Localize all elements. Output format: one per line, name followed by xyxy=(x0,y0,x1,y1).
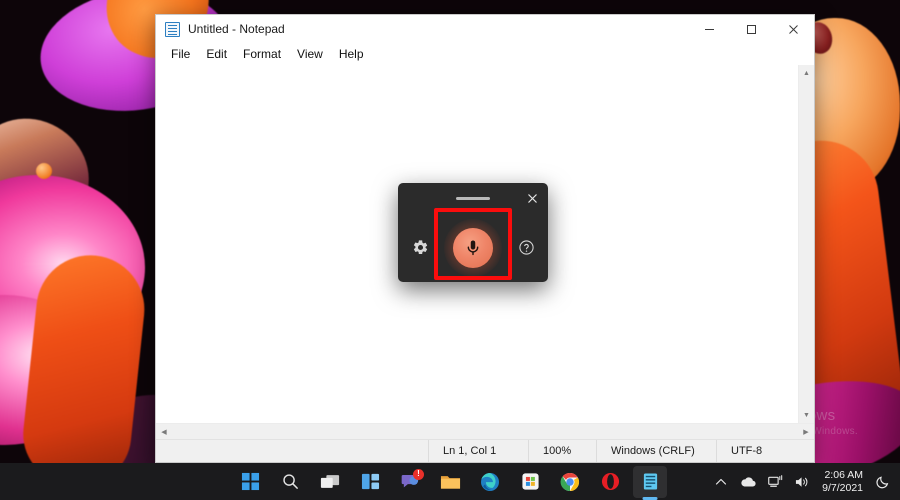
voice-typing-dialog[interactable] xyxy=(398,183,548,282)
network-tray-button[interactable] xyxy=(766,473,784,491)
moon-icon xyxy=(876,475,890,489)
notepad-title-group: Untitled - Notepad xyxy=(156,22,688,37)
folder-icon xyxy=(440,473,461,491)
horizontal-scrollbar[interactable]: ◀ ▶ xyxy=(156,423,814,439)
menu-item-format[interactable]: Format xyxy=(236,45,288,63)
close-icon xyxy=(527,193,538,204)
widgets-icon xyxy=(361,472,380,491)
show-hidden-icons-button[interactable] xyxy=(712,473,730,491)
status-cursor-position: Ln 1, Col 1 xyxy=(428,440,528,462)
maximize-button[interactable] xyxy=(730,15,772,43)
taskbar-item-widgets[interactable] xyxy=(353,466,387,498)
status-line-ending: Windows (CRLF) xyxy=(596,440,716,462)
scroll-up-icon[interactable]: ▲ xyxy=(799,65,815,81)
taskbar-item-start[interactable] xyxy=(233,466,267,498)
wallpaper-blob-dot xyxy=(36,163,52,179)
taskbar-item-store[interactable] xyxy=(513,466,547,498)
voice-typing-title-bar[interactable] xyxy=(398,183,548,213)
system-tray[interactable]: 2:06 AM 9/7/2021 xyxy=(712,469,892,495)
notepad-taskbar-icon xyxy=(642,472,659,491)
gear-icon xyxy=(412,239,429,256)
taskbar-clock[interactable]: 2:06 AM 9/7/2021 xyxy=(820,469,865,495)
taskbar-item-chrome[interactable] xyxy=(553,466,587,498)
voice-typing-controls xyxy=(398,213,548,282)
windows-start-icon xyxy=(241,472,260,491)
notepad-menu-bar[interactable]: File Edit Format View Help xyxy=(156,43,814,64)
help-circle-icon xyxy=(518,239,535,256)
network-icon xyxy=(768,475,783,489)
desktop[interactable]: Activate Windows Go to Settings to activ… xyxy=(0,0,900,500)
vertical-scrollbar[interactable]: ▲ ▼ xyxy=(798,65,814,423)
cloud-icon xyxy=(740,476,756,488)
microphone-button-circle[interactable] xyxy=(453,228,493,268)
scroll-left-icon[interactable]: ◀ xyxy=(156,424,172,440)
voice-typing-close-button[interactable] xyxy=(520,186,544,210)
chat-badge: ! xyxy=(413,469,424,480)
notepad-status-bar: Ln 1, Col 1 100% Windows (CRLF) UTF-8 xyxy=(156,439,814,462)
search-icon xyxy=(281,472,300,491)
chevron-up-icon xyxy=(715,476,727,488)
scroll-down-icon[interactable]: ▼ xyxy=(799,407,815,423)
notepad-icon xyxy=(165,22,180,37)
menu-item-view[interactable]: View xyxy=(290,45,330,63)
store-icon xyxy=(521,472,540,491)
status-encoding: UTF-8 xyxy=(716,440,814,462)
taskbar-item-opera[interactable] xyxy=(593,466,627,498)
volume-tray-button[interactable] xyxy=(793,473,811,491)
opera-icon xyxy=(601,472,620,491)
microphone-button[interactable] xyxy=(446,221,500,275)
menu-item-edit[interactable]: Edit xyxy=(199,45,234,63)
notepad-title: Untitled - Notepad xyxy=(188,22,285,36)
menu-item-help[interactable]: Help xyxy=(332,45,371,63)
chrome-icon xyxy=(560,472,580,492)
edge-icon xyxy=(480,472,500,492)
taskbar-item-task-view[interactable] xyxy=(313,466,347,498)
status-zoom-level: 100% xyxy=(528,440,596,462)
status-bar-spacer xyxy=(156,440,428,462)
minimize-button[interactable] xyxy=(688,15,730,43)
microphone-icon xyxy=(464,239,482,257)
taskbar-item-chat[interactable]: ! xyxy=(393,466,427,498)
clock-time: 2:06 AM xyxy=(822,469,863,482)
notepad-title-bar[interactable]: Untitled - Notepad xyxy=(156,15,814,43)
onedrive-tray-button[interactable] xyxy=(739,473,757,491)
menu-item-file[interactable]: File xyxy=(164,45,197,63)
taskbar[interactable]: ! xyxy=(0,463,900,500)
volume-icon xyxy=(795,475,810,489)
voice-help-button[interactable] xyxy=(515,237,537,259)
taskbar-item-notepad[interactable] xyxy=(633,466,667,498)
taskbar-item-search[interactable] xyxy=(273,466,307,498)
drag-handle-icon[interactable] xyxy=(456,197,490,200)
close-button[interactable] xyxy=(772,15,814,43)
taskbar-item-edge[interactable] xyxy=(473,466,507,498)
notifications-button[interactable] xyxy=(874,473,892,491)
task-view-icon xyxy=(320,473,340,491)
scroll-right-icon[interactable]: ▶ xyxy=(798,424,814,440)
taskbar-app-group: ! xyxy=(233,466,667,498)
taskbar-item-file-explorer[interactable] xyxy=(433,466,467,498)
clock-date: 9/7/2021 xyxy=(822,482,863,495)
voice-settings-button[interactable] xyxy=(409,237,431,259)
